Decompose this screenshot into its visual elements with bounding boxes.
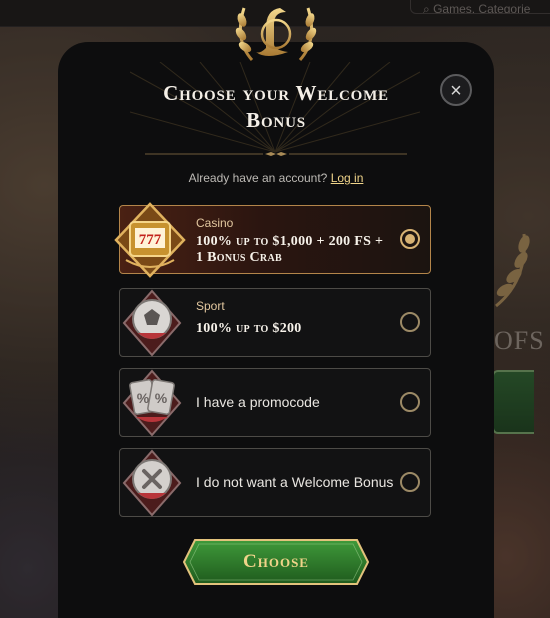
svg-text:%: % [137, 390, 150, 406]
option-offer: 100% up to $200 [196, 321, 302, 336]
radio-selected[interactable] [400, 229, 420, 249]
close-icon: × [450, 80, 462, 102]
cross-circle-icon [122, 449, 182, 517]
percent-cards-icon: % % [122, 369, 182, 437]
option-offer: 100% up to $1,000 + 200 FS + 1 Bonus Cra… [196, 234, 384, 265]
radio-unselected[interactable] [400, 392, 420, 412]
svg-text:777: 777 [139, 232, 162, 248]
bonus-option-promocode[interactable]: % % I have a promocode [119, 368, 431, 437]
close-button[interactable]: × [440, 74, 472, 106]
slot-777-icon: 777 [114, 202, 186, 278]
bonus-option-sport[interactable]: Sport 100% up to $200 [119, 288, 431, 357]
radio-unselected[interactable] [400, 312, 420, 332]
option-category: Casino [196, 216, 234, 230]
svg-text:%: % [155, 390, 168, 406]
modal-title: Choose your Welcome Bonus [163, 81, 389, 132]
login-prompt: Already have an account? Log in [188, 171, 364, 185]
soccer-ball-icon [122, 289, 182, 357]
brand-logo [235, 7, 317, 62]
bonus-option-casino[interactable]: 777 Casino 100% up to $1,000 + 200 FS + … [114, 202, 431, 278]
login-link[interactable]: Log in [331, 171, 364, 185]
option-label: I have a promocode [196, 394, 320, 410]
bonus-option-none[interactable]: I do not want a Welcome Bonus [119, 448, 431, 517]
title-divider [145, 152, 407, 156]
option-label: I do not want a Welcome Bonus [196, 474, 394, 490]
choose-button-label: Choose [243, 551, 309, 572]
choose-button[interactable]: Choose [183, 539, 369, 585]
radio-unselected[interactable] [400, 472, 420, 492]
option-category: Sport [196, 299, 225, 313]
